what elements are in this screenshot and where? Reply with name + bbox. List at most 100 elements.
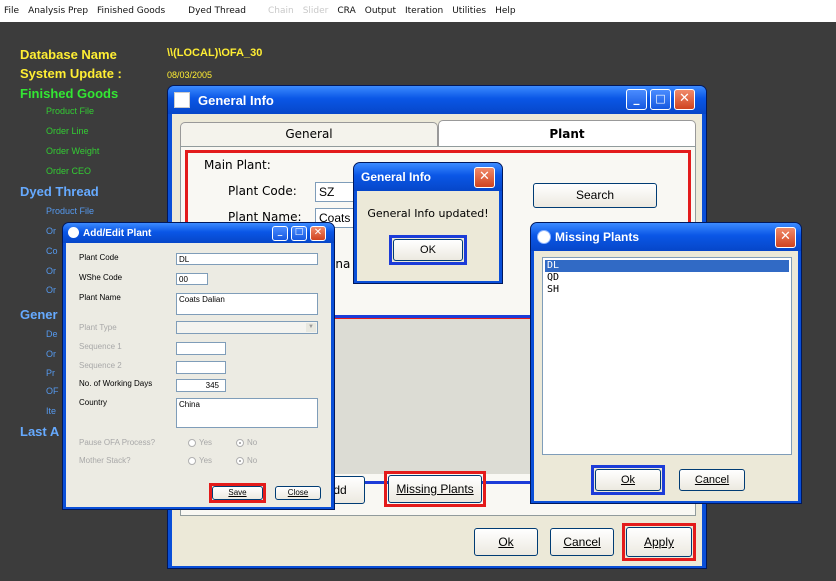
tab-plant[interactable]: Plant [438,120,696,146]
plant-code-field[interactable]: DL [176,253,318,265]
apply-button[interactable]: Apply [626,527,692,557]
sequence-1-field[interactable] [176,342,226,355]
system-update-label: System Update : [20,66,122,81]
pause-yes-radio[interactable] [188,439,196,447]
plant-type-label: Plant Type [79,323,117,332]
menu-output[interactable]: Output [365,6,396,16]
maximize-icon[interactable]: □ [650,89,671,110]
sequence-2-field[interactable] [176,361,226,374]
save-button[interactable]: Save [212,486,263,500]
system-update-value: 08/03/2005 [167,70,213,80]
chevron-down-icon[interactable]: ▼ [306,323,316,332]
missing-plants-close-icon[interactable]: ✕ [775,227,796,248]
missing-ok-label: Ok [620,474,636,486]
ok-button[interactable]: Ok [474,528,538,556]
dt-product-file[interactable]: Product File [46,206,94,216]
add-edit-body: Plant Code DL WShe Code 00 Plant Name Co… [66,243,331,507]
msgbox-ok-button[interactable]: OK [393,239,463,261]
msgbox-title: General Info [361,170,432,184]
missing-plants-body: DL QD SH Ok Cancel [534,251,798,501]
dt-item-2[interactable]: Or [46,226,56,236]
general-info-msgbox: General Info ✕ General Info updated! OK [353,162,503,284]
minimize-icon[interactable]: _ [626,89,647,110]
pause-no-radio[interactable] [236,439,244,447]
menu-dyed-thread[interactable]: Dyed Thread [188,6,246,16]
msgbox-close-icon[interactable]: ✕ [474,167,495,188]
pause-no-label: No [247,438,258,447]
country-field[interactable]: China [176,398,318,428]
mother-stack-label: Mother Stack? [79,456,131,465]
fg-product-file[interactable]: Product File [46,106,94,116]
list-item[interactable]: QD [545,272,559,284]
dt-item-4[interactable]: Or [46,266,56,276]
db-name-value: \\(LOCAL)\OFA_30 [167,47,263,59]
dt-item-5[interactable]: Or [46,285,56,295]
gen-item-4[interactable]: OF [46,386,59,396]
ok-label: Ok [498,535,514,549]
working-days-label: No. of Working Days [79,379,153,388]
missing-plants-button[interactable]: Missing Plants [388,475,482,503]
country-label: Country [79,398,108,407]
close-button[interactable]: Close [275,486,321,500]
apply-label: Apply [643,535,675,549]
gen-item-1[interactable]: De [46,329,58,339]
menu-iteration[interactable]: Iteration [405,6,443,16]
plant-type-select[interactable]: ▼ [176,321,318,334]
last-update-heading: Last A [20,424,60,439]
plant-name-field[interactable]: Coats Dalian [176,293,318,315]
menu-chain: Chain [268,6,294,16]
menu-file[interactable]: File [4,6,19,16]
general-info-title: General Info [198,92,274,108]
menu-cra[interactable]: CRA [337,6,355,16]
mother-no-radio[interactable] [236,457,244,465]
add-edit-title: Add/Edit Plant [83,227,152,239]
minimize-icon[interactable]: _ [272,226,288,241]
cancel-label: Cancel [563,535,601,549]
app-icon [537,230,551,244]
close-icon[interactable]: ✕ [310,226,326,241]
tab-general[interactable]: General [180,122,438,146]
missing-plants-dialog: Missing Plants ✕ DL QD SH Ok Cancel [530,222,802,504]
missing-plants-titlebar[interactable]: Missing Plants [531,223,801,251]
gen-item-5[interactable]: Ite [46,406,56,416]
window-icon [174,92,190,108]
dt-item-3[interactable]: Co [46,246,58,256]
missing-plants-title: Missing Plants [555,230,640,244]
close-icon[interactable]: ✕ [674,89,695,110]
gen-item-3[interactable]: Pr [46,368,55,378]
general-heading: Gener [20,307,58,322]
missing-cancel-button[interactable]: Cancel [679,469,745,491]
maximize-icon[interactable]: □ [291,226,307,241]
menu-finished-goods[interactable]: Finished Goods [97,6,165,16]
plant-name-label: Plant Name [79,293,121,302]
working-days-field[interactable]: 345 [176,379,226,392]
plant-code-label: Plant Code [79,253,119,262]
cancel-button[interactable]: Cancel [550,528,614,556]
missing-ok-button[interactable]: Ok [595,469,661,491]
main-plant-label: Main Plant: [204,158,271,172]
list-item[interactable]: DL [545,260,789,272]
finished-goods-heading: Finished Goods [20,86,119,101]
fg-order-line[interactable]: Order Line [46,126,89,136]
save-label: Save [228,488,247,497]
gen-item-2[interactable]: Or [46,349,56,359]
close-label: Close [287,488,309,497]
pause-yes-label: Yes [199,438,213,447]
menu-analysis-prep[interactable]: Analysis Prep [28,6,88,16]
fg-order-ceo[interactable]: Order CEO [46,166,91,176]
wshe-code-label: WShe Code [79,273,123,282]
menu-help[interactable]: Help [495,6,516,16]
dyed-thread-heading: Dyed Thread [20,184,99,199]
missing-cancel-label: Cancel [694,474,730,486]
search-button[interactable]: Search [533,183,657,208]
db-name-label: Database Name [20,47,117,62]
mother-yes-radio[interactable] [188,457,196,465]
app-icon [68,227,79,238]
list-item[interactable]: SH [545,284,559,296]
sequence-1-label: Sequence 1 [79,342,122,351]
mother-no-label: No [247,456,258,465]
wshe-code-field[interactable]: 00 [176,273,208,285]
fg-order-weight[interactable]: Order Weight [46,146,99,156]
menu-utilities[interactable]: Utilities [452,6,486,16]
missing-plants-listbox[interactable]: DL QD SH [542,257,792,455]
